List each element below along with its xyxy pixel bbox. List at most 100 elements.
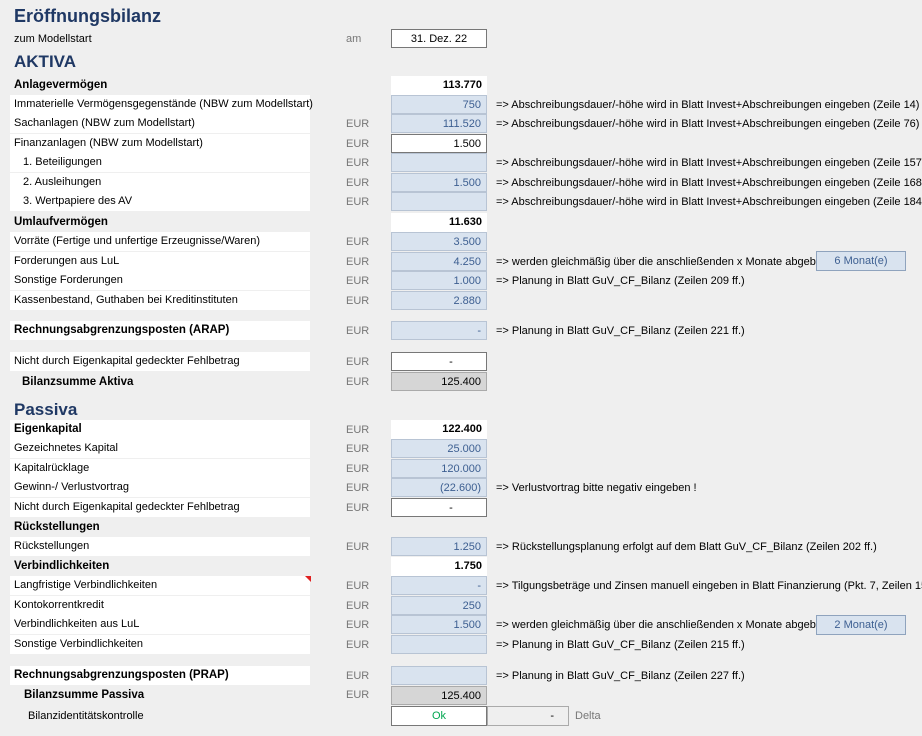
bilanzsumme-aktiva-label: Bilanzsumme Aktiva: [22, 376, 134, 388]
beteil-label: 1. Beteiligungen: [10, 153, 310, 172]
unit: EUR: [346, 376, 370, 388]
ford-months-input[interactable]: 6 Monat(e): [816, 251, 906, 271]
ausleih-value[interactable]: 1.500: [391, 173, 487, 192]
unit: EUR: [346, 639, 370, 651]
rueck-value[interactable]: 1.250: [391, 537, 487, 556]
unit: EUR: [346, 275, 370, 287]
passiva-heading: Passiva: [14, 400, 78, 419]
kaprl-label: Kapitalrücklage: [10, 459, 310, 478]
delta-label: Delta: [575, 710, 601, 722]
sonstford-label: Sonstige Forderungen: [10, 271, 310, 290]
lul-months-input[interactable]: 2 Monat(e): [816, 615, 906, 635]
ek-label: Eigenkapital: [10, 420, 310, 439]
kaprl-value[interactable]: 120.000: [391, 459, 487, 478]
unit: EUR: [346, 619, 370, 631]
konto-value[interactable]: 250: [391, 596, 487, 615]
kontrolle-status: Ok: [391, 706, 487, 726]
vorraete-label: Vorräte (Fertige und unfertige Erzeugnis…: [10, 232, 310, 251]
verb-label: Verbindlichkeiten: [14, 560, 110, 572]
kasse-value[interactable]: 2.880: [391, 291, 487, 310]
unit: EUR: [346, 118, 370, 130]
kontrolle-label: Bilanzidentitätskontrolle: [28, 710, 144, 722]
date-prefix: am: [346, 33, 362, 45]
subtitle: zum Modellstart: [14, 33, 92, 45]
unit: EUR: [346, 424, 370, 436]
rueck-note: => Rückstellungsplanung erfolgt auf dem …: [496, 541, 877, 553]
konto-label: Kontokorrentkredit: [10, 596, 310, 615]
prap-value[interactable]: [391, 666, 487, 685]
unit: EUR: [346, 196, 370, 208]
immat-value[interactable]: 750: [391, 95, 487, 114]
sach-value[interactable]: 111.520: [391, 114, 487, 133]
verb-total: 1.750: [391, 557, 487, 576]
gewinn-value[interactable]: (22.600): [391, 478, 487, 497]
unit: EUR: [346, 541, 370, 553]
sach-note: => Abschreibungsdauer/-höhe wird in Blat…: [496, 118, 920, 130]
umlauf-total: 11.630: [391, 213, 487, 232]
vorraete-value[interactable]: 3.500: [391, 232, 487, 251]
bilanzsumme-passiva-value: 125.400: [391, 686, 487, 705]
gez-value[interactable]: 25.000: [391, 439, 487, 458]
wertpap-value[interactable]: [391, 192, 487, 211]
immat-note: => Abschreibungsdauer/-höhe wird in Blat…: [496, 99, 920, 111]
unit: EUR: [346, 600, 370, 612]
wertpap-label: 3. Wertpapiere des AV: [10, 192, 310, 211]
sonstford-value[interactable]: 1.000: [391, 271, 487, 290]
langfr-label: Langfristige Verbindlichkeiten: [10, 576, 310, 595]
lul-value[interactable]: 1.500: [391, 615, 487, 634]
ausleih-label: 2. Ausleihungen: [10, 173, 310, 192]
anlagevermoegen-label: Anlagevermögen: [14, 79, 108, 91]
unit: EUR: [346, 256, 370, 268]
fehl-passiva-label: Nicht durch Eigenkapital gedeckter Fehlb…: [10, 498, 310, 517]
umlauf-label: Umlaufvermögen: [14, 216, 108, 228]
unit: EUR: [346, 580, 370, 592]
gez-label: Gezeichnetes Kapital: [10, 439, 310, 458]
unit: EUR: [346, 482, 370, 494]
model-start-date[interactable]: 31. Dez. 22: [391, 29, 487, 48]
unit: EUR: [346, 463, 370, 475]
prap-label: Rechnungsabgrenzungsposten (PRAP): [10, 666, 310, 685]
arap-note: => Planung in Blatt GuV_CF_Bilanz (Zeile…: [496, 325, 745, 337]
unit: EUR: [346, 138, 370, 150]
page-title: Eröffnungsbilanz: [14, 6, 161, 26]
ausleih-note: => Abschreibungsdauer/-höhe wird in Blat…: [496, 177, 922, 189]
langfr-note: => Tilgungsbeträge und Zinsen manuell ei…: [496, 580, 922, 592]
sonstverb-value[interactable]: [391, 635, 487, 654]
aktiva-heading: AKTIVA: [14, 52, 77, 71]
beteil-value[interactable]: [391, 153, 487, 172]
fehl-passiva-value: -: [391, 498, 487, 517]
unit: EUR: [346, 177, 370, 189]
immat-label: Immaterielle Vermögensgegenstände (NBW z…: [10, 95, 313, 114]
fehl-aktiva-label: Nicht durch Eigenkapital gedeckter Fehlb…: [10, 352, 310, 371]
unit: EUR: [346, 356, 370, 368]
finanz-label: Finanzanlagen (NBW zum Modellstart): [10, 134, 310, 153]
ford-note: => werden gleichmäßig über die anschließ…: [496, 256, 832, 268]
unit: EUR: [346, 670, 370, 682]
langfr-value[interactable]: -: [391, 576, 487, 595]
unit: EUR: [346, 443, 370, 455]
bilanzsumme-aktiva-value: 125.400: [391, 372, 487, 391]
bilanzsumme-passiva-label: Bilanzsumme Passiva: [24, 689, 145, 701]
sonstverb-note: => Planung in Blatt GuV_CF_Bilanz (Zeile…: [496, 639, 745, 651]
comment-flag-icon[interactable]: [305, 576, 311, 582]
anlagevermoegen-total: 113.770: [391, 76, 487, 95]
finanz-value: 1.500: [391, 134, 487, 153]
arap-value[interactable]: -: [391, 321, 487, 340]
rueck-label: Rückstellungen: [10, 537, 310, 556]
kasse-label: Kassenbestand, Guthaben bei Kreditinstit…: [10, 291, 310, 310]
wertpap-note: => Abschreibungsdauer/-höhe wird in Blat…: [496, 196, 922, 208]
unit: EUR: [346, 689, 370, 701]
arap-label: Rechnungsabgrenzungsposten (ARAP): [10, 321, 310, 340]
kontrolle-diff: -: [487, 706, 569, 726]
beteil-note: => Abschreibungsdauer/-höhe wird in Blat…: [496, 157, 922, 169]
gewinn-label: Gewinn-/ Verlustvortrag: [10, 478, 310, 497]
unit: EUR: [346, 502, 370, 514]
unit: EUR: [346, 236, 370, 248]
gewinn-note: => Verlustvortrag bitte negativ eingeben…: [496, 482, 697, 494]
unit: EUR: [346, 325, 370, 337]
ford-value[interactable]: 4.250: [391, 252, 487, 271]
rueckstellungen-heading: Rückstellungen: [14, 521, 100, 533]
unit: EUR: [346, 295, 370, 307]
unit: EUR: [346, 157, 370, 169]
fehl-aktiva-value: -: [391, 352, 487, 371]
